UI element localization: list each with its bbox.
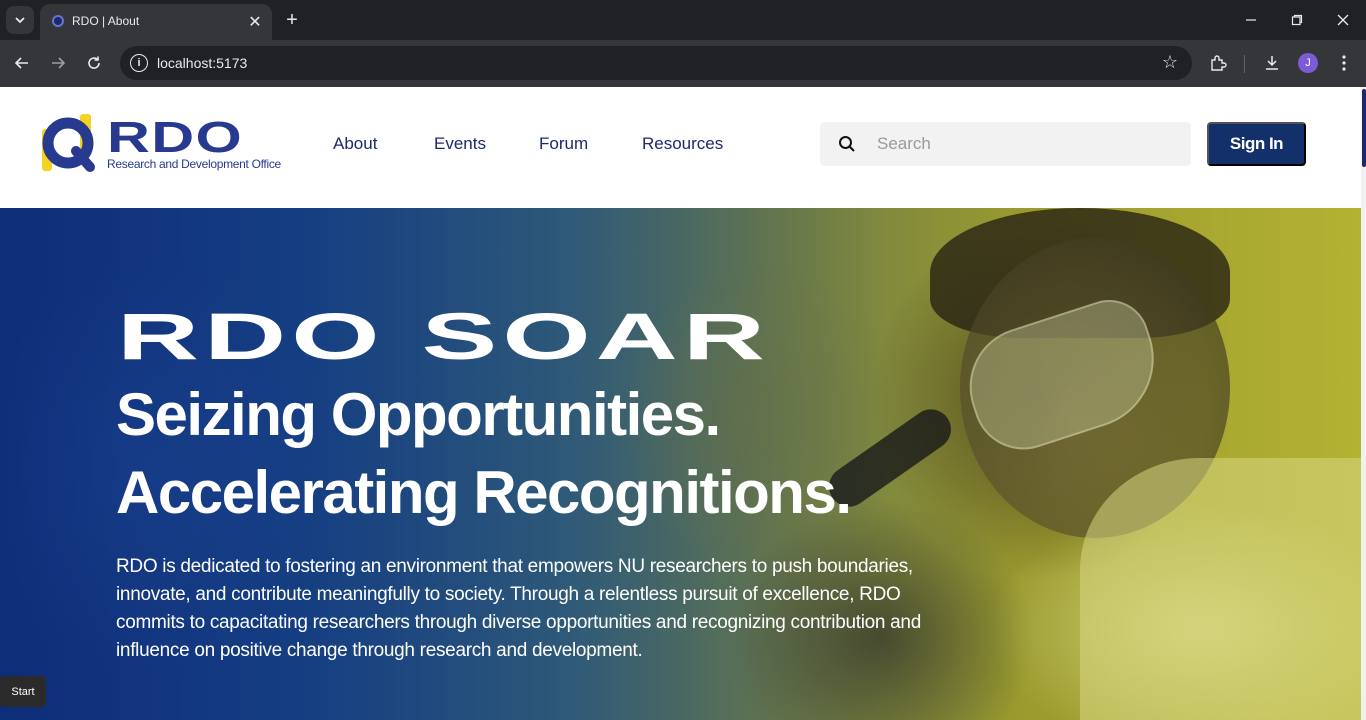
logo-subtitle: Research and Development Office — [107, 157, 281, 171]
url-text[interactable]: localhost:5173 — [157, 55, 247, 71]
browser-toolbar: i localhost:5173 ☆ J — [0, 40, 1366, 87]
search-box[interactable] — [820, 122, 1191, 166]
more-menu-icon[interactable] — [1330, 49, 1358, 77]
tab-search-button[interactable] — [6, 6, 34, 34]
bookmark-star-icon[interactable]: ☆ — [1162, 52, 1178, 73]
new-tab-icon[interactable]: + — [280, 8, 304, 32]
hero-description: RDO is dedicated to fostering an environ… — [116, 556, 921, 661]
site-header: RDO Research and Development Office Abou… — [0, 87, 1361, 208]
logo-mark-icon — [42, 114, 95, 172]
toolbar-divider — [1244, 55, 1245, 73]
restore-icon[interactable] — [1274, 6, 1320, 34]
rdo-logo[interactable]: RDO Research and Development Office — [40, 113, 292, 175]
hero-headline-1: Seizing Opportunities. — [116, 381, 721, 448]
site-info-icon[interactable]: i — [130, 54, 148, 72]
hero-headline-2: Accelerating Recognitions. — [116, 459, 852, 526]
nav-forum[interactable]: Forum — [539, 134, 588, 154]
minimize-icon[interactable] — [1228, 6, 1274, 34]
nav-events[interactable]: Events — [434, 134, 486, 154]
tab-title: RDO | About — [72, 14, 140, 28]
search-input[interactable] — [877, 122, 1177, 166]
back-icon[interactable] — [8, 49, 36, 77]
hero-banner: RDO SOAR Seizing Opportunities. Accelera… — [0, 208, 1361, 720]
profile-avatar[interactable]: J — [1298, 53, 1318, 73]
hero-eyebrow-title: RDO SOAR — [117, 299, 771, 373]
web-page: RDO Research and Development Office Abou… — [0, 87, 1366, 720]
logo-text: RDO — [107, 113, 244, 162]
scrollbar-thumb[interactable] — [1362, 89, 1366, 167]
chevron-down-icon — [15, 17, 25, 24]
search-icon — [839, 136, 855, 152]
page-scrollbar[interactable] — [1361, 87, 1366, 720]
start-tooltip: Start — [0, 676, 46, 707]
browser-tab-active[interactable]: RDO | About ✕ — [40, 4, 272, 40]
nav-resources[interactable]: Resources — [642, 134, 723, 154]
download-icon[interactable] — [1258, 49, 1286, 77]
favicon-icon — [52, 15, 64, 27]
nav-about[interactable]: About — [333, 134, 377, 154]
forward-icon[interactable] — [44, 49, 72, 77]
browser-tab-bar: RDO | About ✕ + — [0, 0, 1366, 40]
close-tab-icon[interactable]: ✕ — [245, 12, 265, 32]
address-bar[interactable]: i localhost:5173 ☆ — [120, 46, 1192, 80]
close-window-icon[interactable] — [1320, 6, 1366, 34]
extensions-icon[interactable] — [1204, 49, 1232, 77]
sign-in-button[interactable]: Sign In — [1207, 122, 1306, 166]
reload-icon[interactable] — [80, 49, 108, 77]
